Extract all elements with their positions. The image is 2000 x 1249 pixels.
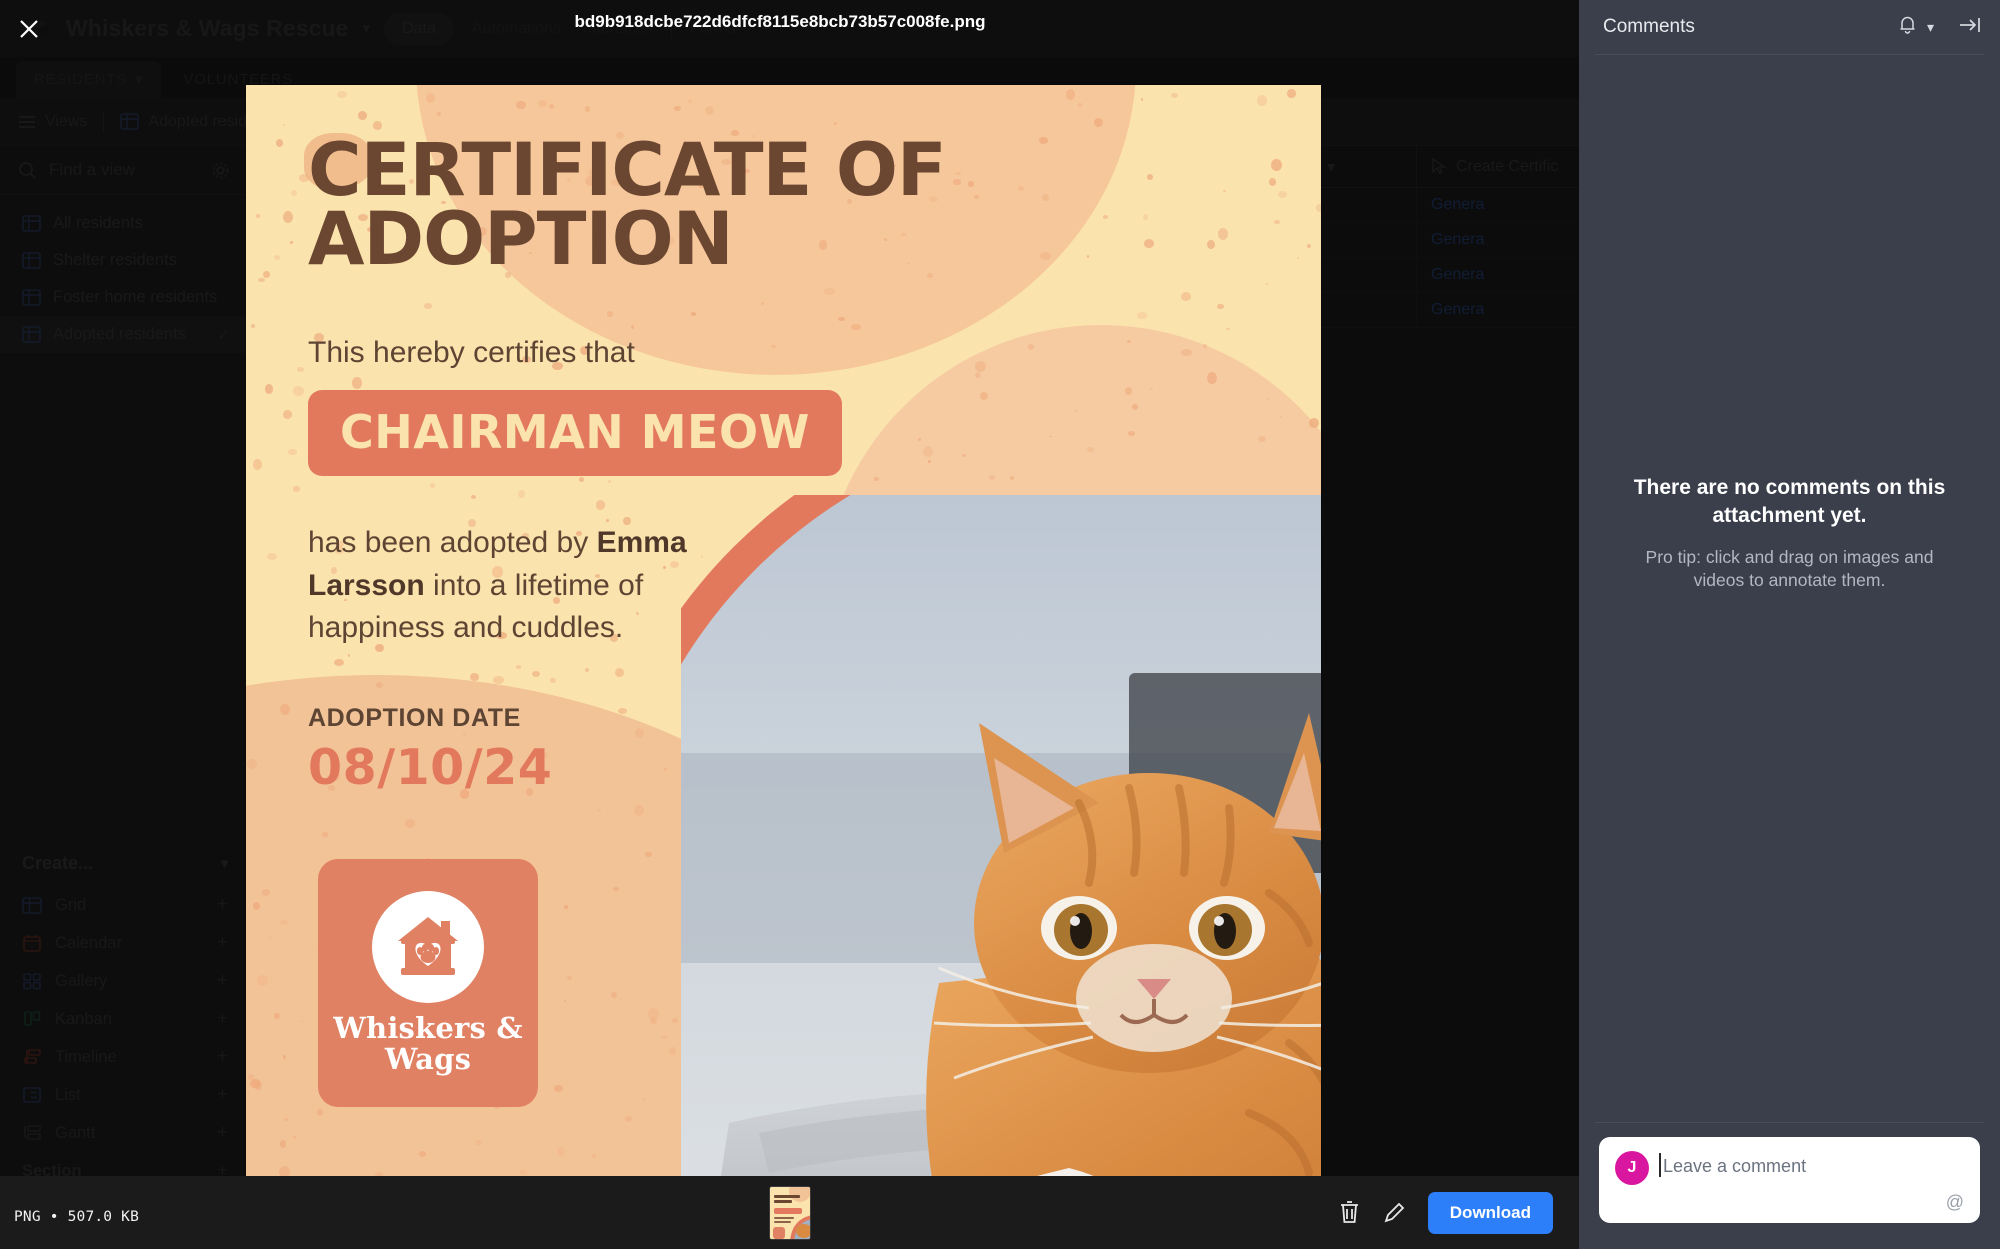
comment-input[interactable]: Leave a comment [1659,1151,1807,1213]
comments-empty-tip: Pro tip: click and drag on images and vi… [1645,546,1934,591]
download-button[interactable]: Download [1427,1191,1553,1234]
attachment-preview-bar: PNG • 507.0 KB Download [0,1176,1579,1249]
comment-composer[interactable]: J Leave a comment @ [1599,1137,1980,1223]
org-logo-text: Whiskers & Wags [333,1013,522,1074]
preview-actions: Download [1338,1191,1553,1234]
adoption-date-label: ADOPTION DATE [308,704,521,732]
edit-pencil-icon[interactable] [1383,1201,1406,1224]
org-name-line1: Whiskers & [333,1011,523,1046]
certificate-body: has been adopted by Emma Larsson into a … [308,522,778,650]
shelter-house-icon [372,891,484,1004]
app-root: Whiskers & Wags Rescue ▾ Data Automation… [0,0,2000,1249]
attachment-thumbnail[interactable] [768,1186,811,1240]
attachment-filename: bd9b918dcbe722d6dfcf8115e8bcb73b57c008fe… [574,12,986,31]
delete-icon[interactable] [1338,1200,1361,1225]
text-caret [1659,1153,1661,1177]
avatar[interactable]: J [1615,1151,1649,1185]
comments-empty-title: There are no comments on this attachment… [1633,475,1946,527]
file-meta: PNG • 507.0 KB [14,1209,140,1225]
org-name-line2: Wags [384,1042,472,1076]
certifies-line: This hereby certifies that [308,336,635,370]
comments-panel: Comments ▾ There are no comments on this… [1579,0,2000,1249]
mention-icon[interactable]: @ [1946,1192,1964,1213]
org-logo-card: Whiskers & Wags [318,859,538,1107]
adoption-date-value: 08/10/24 [308,739,553,796]
certificate-heading: Certificate of Adoption [308,128,947,282]
comment-composer-wrap: J Leave a comment @ [1579,1123,2000,1249]
close-icon[interactable] [18,18,40,40]
pet-name-badge: Chairman Meow [308,390,842,477]
comment-input-placeholder: Leave a comment [1663,1156,1807,1176]
body-prefix: has been adopted by [308,526,597,560]
pet-name: Chairman Meow [340,405,810,460]
comments-empty-state: There are no comments on this attachment… [1579,0,2000,1122]
attachment-preview-image[interactable]: Certificate of Adoption This hereby cert… [246,85,1321,1185]
